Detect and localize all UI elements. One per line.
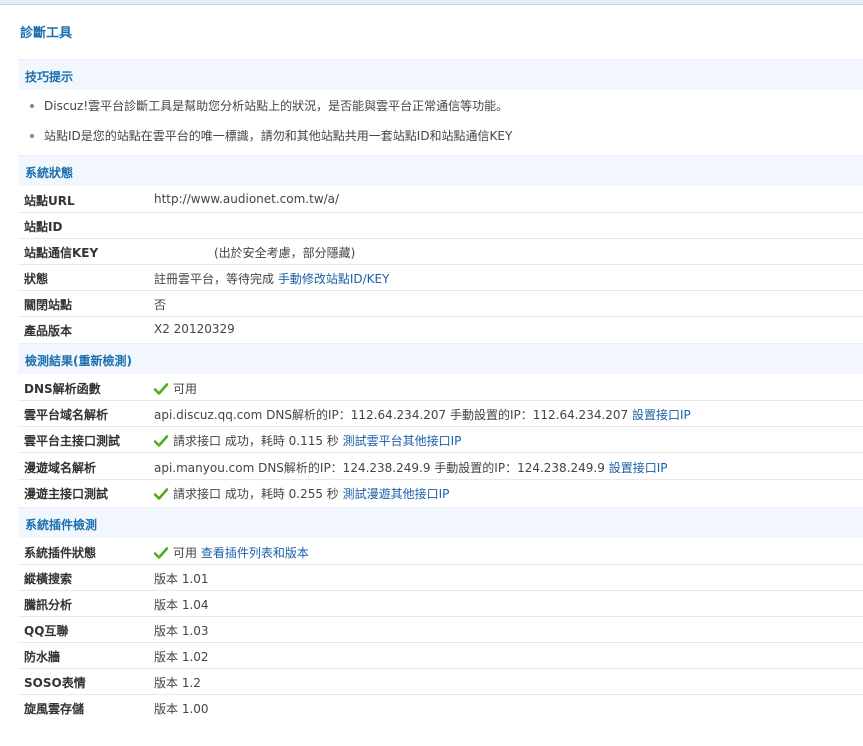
row-plugin: 縱橫搜索 版本 1.01 — [18, 564, 863, 591]
section-tips-title: 技巧提示 — [25, 70, 74, 84]
top-border — [0, 0, 863, 5]
tip-item: 站點ID是您的站點在雲平台的唯一標識，請勿和其他站點共用一套站點ID和站點通信K… — [30, 127, 512, 144]
edit-site-id-key-link[interactable]: 手動修改站點ID/KEY — [278, 272, 390, 286]
row-plugin: QQ互聯 版本 1.03 — [18, 616, 863, 643]
row-plugin: SOSO表情 版本 1.2 — [18, 668, 863, 695]
row-version: 產品版本 X2 20120329 — [18, 316, 863, 342]
plugin-status-value: 可用 — [173, 546, 198, 560]
check-icon — [154, 383, 168, 395]
row-manyou-domain: 漫遊域名解析 api.manyou.com DNS解析的IP：124.238.2… — [18, 453, 863, 480]
cloud-api-value: 請求接口 成功，耗時 0.115 秒 — [173, 434, 339, 448]
row-label: DNS解析函數 — [24, 382, 101, 396]
row-manyou-api: 漫遊主接口測試 請求接口 成功，耗時 0.255 秒 測試漫遊其他接口IP — [18, 479, 863, 505]
manyou-domain-value: api.manyou.com DNS解析的IP：124.238.249.9 手動… — [154, 461, 605, 475]
closed-value: 否 — [154, 298, 167, 312]
set-manyou-ip-link[interactable]: 設置接口IP — [609, 461, 668, 475]
tip-item: Discuz!雲平台診斷工具是幫助您分析站點上的狀況，是否能與雲平台正常通信等功… — [30, 97, 508, 114]
plugin-version: 版本 1.00 — [154, 702, 209, 716]
row-status: 狀態 註冊雲平台，等待完成 手動修改站點ID/KEY — [18, 264, 863, 291]
row-plugin-status: 系統插件狀態 可用 查看插件列表和版本 — [18, 538, 863, 565]
plugin-name: 縱橫搜索 — [24, 572, 73, 586]
row-label: 系統插件狀態 — [24, 546, 97, 560]
check-icon — [154, 435, 168, 447]
version-value: X2 20120329 — [154, 322, 235, 336]
section-plugin-check-title: 系統插件檢測 — [25, 518, 98, 532]
plugin-name: SOSO表情 — [24, 676, 86, 690]
tip-text: Discuz!雲平台診斷工具是幫助您分析站點上的狀況，是否能與雲平台正常通信等功… — [44, 99, 509, 113]
row-site-url: 站點URL http://www.audionet.com.tw/a/ — [18, 186, 863, 213]
plugin-name: QQ互聯 — [24, 624, 69, 638]
plugin-version: 版本 1.01 — [154, 572, 209, 586]
row-label: 產品版本 — [24, 324, 73, 338]
section-check-results-header[interactable]: 檢測結果(重新檢測) — [18, 343, 863, 374]
section-system-status-title: 系統狀態 — [25, 166, 74, 180]
section-system-status-header: 系統狀態 — [18, 155, 863, 186]
row-closed: 關閉站點 否 — [18, 290, 863, 317]
manyou-api-value: 請求接口 成功，耗時 0.255 秒 — [173, 487, 339, 501]
row-cloud-api: 雲平台主接口測試 請求接口 成功，耗時 0.115 秒 測試雲平台其他接口IP — [18, 426, 863, 453]
plugin-version: 版本 1.03 — [154, 624, 209, 638]
section-tips-header: 技巧提示 — [18, 59, 863, 90]
tip-text: 站點ID是您的站點在雲平台的唯一標識，請勿和其他站點共用一套站點ID和站點通信K… — [44, 129, 513, 143]
plugin-name: 旋風雲存儲 — [24, 702, 85, 716]
section-check-results-title[interactable]: 檢測結果(重新檢測) — [25, 352, 132, 369]
row-plugin: 旋風雲存儲 版本 1.00 — [18, 694, 863, 720]
plugin-name: 防水牆 — [24, 650, 61, 664]
status-value: 註冊雲平台，等待完成 — [154, 272, 275, 286]
dns-func-value: 可用 — [173, 382, 198, 396]
set-cloud-ip-link[interactable]: 設置接口IP — [632, 408, 691, 422]
row-site-id: 站點ID — [18, 212, 863, 239]
site-url-value: http://www.audionet.com.tw/a/ — [154, 192, 340, 206]
view-plugin-list-link[interactable]: 查看插件列表和版本 — [201, 546, 309, 560]
row-label: 站點ID — [24, 220, 63, 234]
bullet-icon — [30, 103, 34, 108]
row-cloud-domain: 雲平台域名解析 api.discuz.qq.com DNS解析的IP：112.6… — [18, 400, 863, 427]
row-label: 關閉站點 — [24, 298, 73, 312]
section-plugin-check-header: 系統插件檢測 — [18, 507, 863, 538]
cloud-domain-value: api.discuz.qq.com DNS解析的IP：112.64.234.20… — [154, 408, 629, 422]
row-label: 漫遊域名解析 — [24, 461, 97, 475]
row-label: 漫遊主接口測試 — [24, 487, 109, 501]
plugin-version: 版本 1.04 — [154, 598, 209, 612]
row-dns-func: DNS解析函數 可用 — [18, 374, 863, 401]
plugin-version: 版本 1.02 — [154, 650, 209, 664]
row-label: 雲平台主接口測試 — [24, 434, 121, 448]
row-site-key: 站點通信KEY (出於安全考慮，部分隱藏) — [18, 238, 863, 265]
check-icon — [154, 488, 168, 500]
row-plugin: 騰訊分析 版本 1.04 — [18, 590, 863, 617]
row-label: 雲平台域名解析 — [24, 408, 109, 422]
check-icon — [154, 547, 168, 559]
page-title: 診斷工具 — [20, 26, 73, 41]
bullet-icon — [30, 133, 34, 138]
plugin-version: 版本 1.2 — [154, 676, 201, 690]
test-cloud-ip-link[interactable]: 測試雲平台其他接口IP — [343, 434, 462, 448]
row-label: 站點URL — [24, 194, 75, 208]
row-plugin: 防水牆 版本 1.02 — [18, 642, 863, 669]
site-key-value: (出於安全考慮，部分隱藏) — [214, 246, 356, 260]
test-manyou-ip-link[interactable]: 測試漫遊其他接口IP — [343, 487, 450, 501]
row-label: 狀態 — [24, 272, 49, 286]
plugin-name: 騰訊分析 — [24, 598, 73, 612]
row-label: 站點通信KEY — [24, 246, 99, 260]
